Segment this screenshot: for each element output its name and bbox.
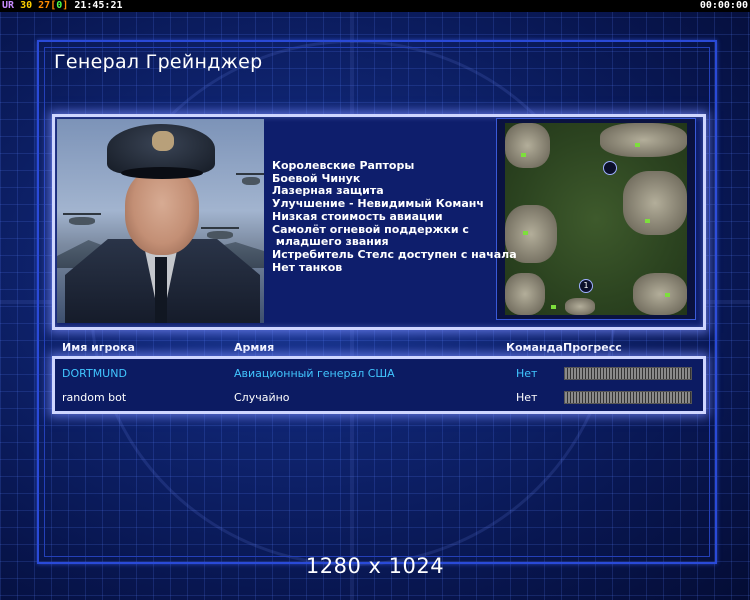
status-fps: 30 (20, 0, 33, 11)
feature-item: Истребитель Стелс доступен с начала (272, 247, 517, 261)
status-bar-left: UR 30 27[0] 21:45:21 (2, 0, 123, 12)
feature-item: Низкая стоимость авиации (272, 209, 443, 223)
minimap-supply-icon (523, 231, 528, 235)
minimap-supply-icon (645, 219, 650, 223)
column-header-army: Армия (234, 341, 275, 354)
status-ur: UR (2, 0, 15, 11)
minimap-supply-icon (665, 293, 670, 297)
player-army: Авиационный генерал США (234, 367, 395, 380)
player-progress-bar (564, 391, 692, 404)
minimap-supply-icon (521, 153, 526, 157)
minimap-rock (633, 273, 687, 315)
minimap-rock (623, 171, 687, 235)
status-bar: UR 30 27[0] 21:45:21 00:00:00 (0, 0, 750, 12)
minimap-start-position[interactable] (603, 161, 617, 175)
general-features-list: Королевские Рапторы Боевой Чинук Лазерна… (272, 159, 517, 274)
minimap-terrain: 1 (505, 123, 687, 315)
feature-item: Нет танков (272, 260, 343, 274)
player-name: random bot (62, 391, 127, 404)
column-header-progress: Прогресс (563, 341, 622, 354)
minimap-supply-icon (551, 305, 556, 309)
players-table (52, 356, 706, 414)
minimap-rock (505, 273, 545, 315)
general-tie (155, 257, 167, 323)
minimap-rock (565, 298, 595, 315)
general-portrait (57, 119, 264, 323)
player-army: Случайно (234, 391, 290, 404)
minimap: 1 (496, 118, 696, 320)
status-count: 27 (38, 0, 51, 11)
player-team: Нет (516, 367, 538, 380)
minimap-supply-icon (635, 143, 640, 147)
cap-badge-icon (152, 131, 174, 151)
feature-item: Королевские Рапторы (272, 159, 415, 172)
column-header-player: Имя игрока (62, 341, 135, 354)
column-header-team: Команда (506, 341, 563, 354)
player-name: DORTMUND (62, 367, 127, 380)
minimap-rock (600, 123, 687, 157)
resolution-label: 1280 x 1024 (305, 554, 445, 578)
status-clock: 21:45:21 (74, 0, 123, 11)
helicopter-icon (201, 227, 239, 239)
feature-item: Улучшение - Невидимый Команч (272, 197, 484, 211)
general-title: Генерал Грейнджер (54, 51, 263, 73)
cap-brim (121, 167, 203, 179)
general-face (125, 169, 199, 255)
helicopter-icon (236, 173, 264, 185)
status-timer: 00:00:00 (699, 0, 748, 11)
helicopter-icon (63, 213, 101, 225)
minimap-start-position-1[interactable]: 1 (579, 279, 593, 293)
player-team: Нет (516, 391, 538, 404)
status-bracket-close: ] (62, 0, 69, 11)
player-progress-bar (564, 367, 692, 380)
